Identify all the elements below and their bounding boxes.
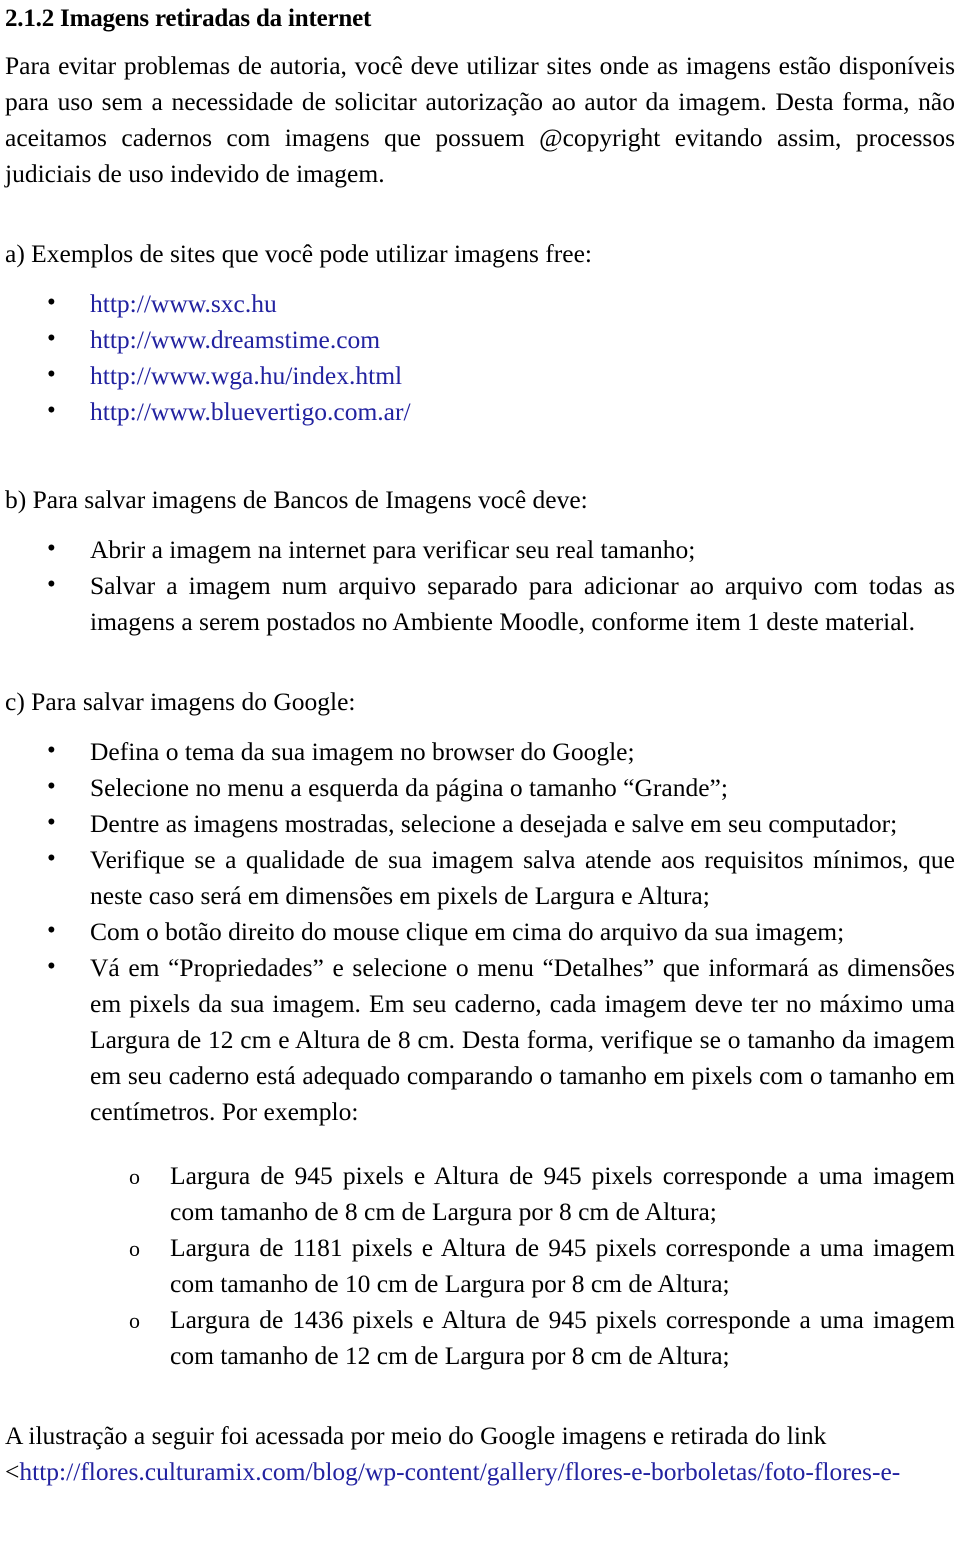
- section-a-label: a) Exemplos de sites que você pode utili…: [5, 239, 592, 268]
- section-b-list: Abrir a imagem na internet para verifica…: [5, 531, 955, 640]
- list-item: Dentre as imagens mostradas, selecione a…: [5, 805, 955, 842]
- list-item: Largura de 945 pixels e Altura de 945 pi…: [5, 1158, 955, 1230]
- list-item: Defina o tema da sua imagem no browser d…: [5, 733, 955, 770]
- section-c-label: c) Para salvar imagens do Google:: [5, 687, 356, 716]
- section-b-label: b) Para salvar imagens de Bancos de Imag…: [5, 485, 588, 514]
- list-item: Abrir a imagem na internet para verifica…: [5, 531, 955, 568]
- list-item: Verifique se a qualidade de sua imagem s…: [5, 841, 955, 914]
- list-item[interactable]: http://www.bluevertigo.com.ar/: [5, 393, 955, 430]
- list-item: Salvar a imagem num arquivo separado par…: [5, 567, 955, 640]
- link-sxc[interactable]: http://www.sxc.hu: [90, 289, 277, 318]
- link-bluevertigo[interactable]: http://www.bluevertigo.com.ar/: [90, 397, 411, 426]
- page-title: 2.1.2 Imagens retiradas da internet: [5, 5, 372, 32]
- list-item[interactable]: http://www.wga.hu/index.html: [5, 357, 955, 394]
- link-culturamix[interactable]: http://flores.culturamix.com/blog/wp-con…: [19, 1457, 900, 1486]
- link-dreamstime[interactable]: http://www.dreamstime.com: [90, 325, 380, 354]
- closing-url-line[interactable]: <http://flores.culturamix.com/blog/wp-co…: [5, 1454, 955, 1490]
- section-a-link-list: http://www.sxc.hu http://www.dreamstime.…: [5, 285, 955, 430]
- section-c-examples-list: Largura de 945 pixels e Altura de 945 pi…: [5, 1158, 955, 1374]
- list-item: Largura de 1181 pixels e Altura de 945 p…: [5, 1230, 955, 1302]
- link-wga[interactable]: http://www.wga.hu/index.html: [90, 361, 402, 390]
- closing-paragraph: A ilustração a seguir foi acessada por m…: [5, 1421, 827, 1450]
- section-c-list: Defina o tema da sua imagem no browser d…: [5, 733, 955, 1130]
- document-page: 2.1.2 Imagens retiradas da internet Para…: [0, 0, 960, 1542]
- list-item: Com o botão direito do mouse clique em c…: [5, 913, 955, 950]
- list-item: Largura de 1436 pixels e Altura de 945 p…: [5, 1302, 955, 1374]
- bracket-open: <: [5, 1457, 20, 1486]
- list-item[interactable]: http://www.sxc.hu: [5, 285, 955, 322]
- list-item: Selecione no menu a esquerda da página o…: [5, 769, 955, 806]
- intro-paragraph: Para evitar problemas de autoria, você d…: [5, 51, 955, 188]
- list-item: Vá em “Propriedades” e selecione o menu …: [5, 949, 955, 1130]
- document-body: 2.1.2 Imagens retiradas da internet Para…: [0, 0, 960, 1490]
- list-item[interactable]: http://www.dreamstime.com: [5, 321, 955, 358]
